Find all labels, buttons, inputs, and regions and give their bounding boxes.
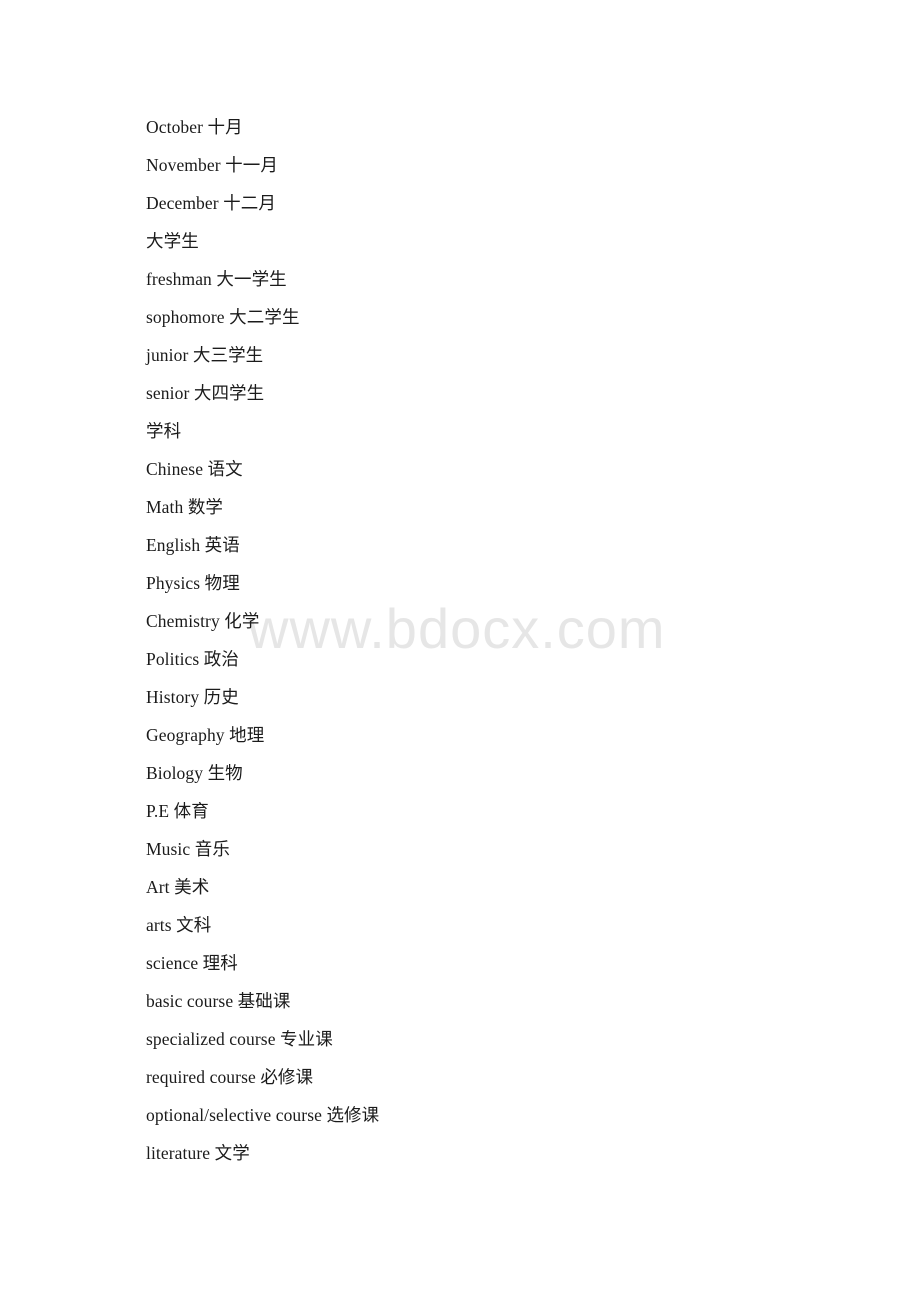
vocabulary-line: science 理科 — [146, 953, 238, 973]
vocabulary-line: Geography 地理 — [146, 725, 265, 745]
vocabulary-line: English 英语 — [146, 535, 240, 555]
vocabulary-line: sophomore 大二学生 — [146, 307, 300, 327]
vocabulary-line: Art 美术 — [146, 877, 210, 897]
vocabulary-line: P.E 体育 — [146, 801, 209, 821]
vocabulary-line: Music 音乐 — [146, 839, 230, 859]
vocabulary-line: optional/selective course 选修课 — [146, 1105, 380, 1125]
document-body: October 十月 November 十一月 December 十二月 大学生 fre… — [146, 108, 846, 1172]
vocabulary-line: October 十月 — [146, 117, 243, 137]
vocabulary-line: specialized course 专业课 — [146, 1029, 333, 1049]
vocabulary-line: History 历史 — [146, 687, 239, 707]
vocabulary-line: Physics 物理 — [146, 573, 240, 593]
vocabulary-line: 大学生 — [146, 231, 199, 251]
vocabulary-line: arts 文科 — [146, 915, 212, 935]
vocabulary-line: Math 数学 — [146, 497, 224, 517]
vocabulary-line: basic course 基础课 — [146, 991, 291, 1011]
vocabulary-line: literature 文学 — [146, 1143, 250, 1163]
vocabulary-line: freshman 大一学生 — [146, 269, 287, 289]
vocabulary-line: Chemistry 化学 — [146, 611, 260, 631]
vocabulary-line: Chinese 语文 — [146, 459, 243, 479]
vocabulary-line: Biology 生物 — [146, 763, 243, 783]
vocabulary-line: December 十二月 — [146, 193, 276, 213]
document-page: www.bdocx.com October 十月 November 十一月 Dece… — [0, 0, 920, 1302]
vocabulary-line: senior 大四学生 — [146, 383, 265, 403]
vocabulary-line: junior 大三学生 — [146, 345, 264, 365]
vocabulary-line: Politics 政治 — [146, 649, 239, 669]
vocabulary-line: November 十一月 — [146, 155, 278, 175]
vocabulary-line: required course 必修课 — [146, 1067, 314, 1087]
vocabulary-line: 学科 — [146, 421, 182, 441]
